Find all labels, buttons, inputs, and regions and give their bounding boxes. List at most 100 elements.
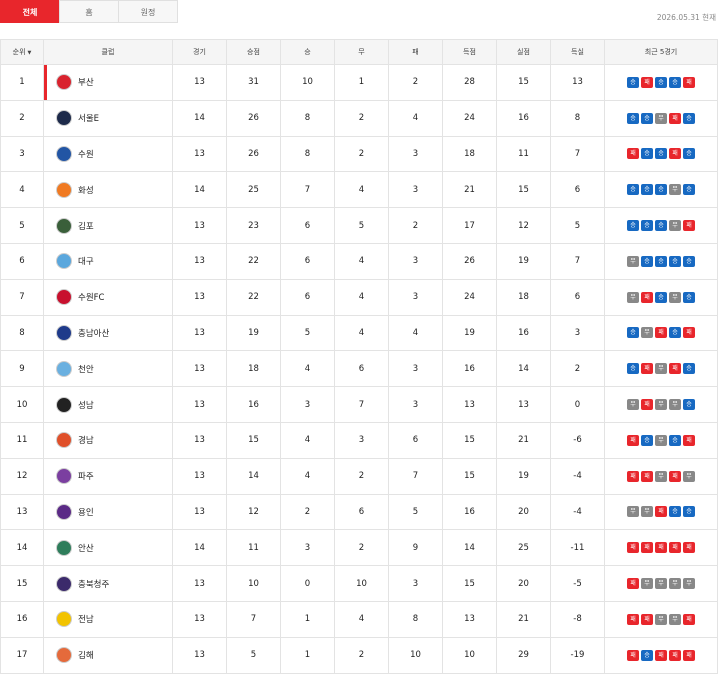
- header-loss: 패: [388, 39, 443, 65]
- form-badges: 패무무무무: [605, 578, 717, 590]
- club-cell[interactable]: 천안: [43, 350, 173, 388]
- club-cell[interactable]: 안산: [43, 529, 173, 567]
- rank-cell: 15: [0, 565, 44, 602]
- club-logo-icon: [56, 396, 72, 413]
- club-cell[interactable]: 서울E: [43, 99, 173, 137]
- draw-badge: 무: [655, 363, 667, 375]
- win-cell: 6: [280, 278, 335, 316]
- loss-cell: 3: [388, 350, 443, 388]
- goals-for-cell: 17: [442, 207, 497, 244]
- club-cell[interactable]: 경남: [43, 421, 173, 459]
- table-row: 2 서울E 14 26 8 2 4 24 16 8 승 승 무 패 승: [0, 99, 718, 137]
- table-row: 14 안산 14 11 3 2 9 14 25 -11 패 패 패 패 패: [0, 529, 718, 567]
- loss-cell: 3: [388, 135, 443, 173]
- table-row: 15 충북청주 13 10 0 10 3 15 20 -5 패 무 무 무 무: [0, 565, 718, 602]
- table-row: 9 천안 13 18 4 6 3 16 14 2 승 패 무 패 승: [0, 350, 718, 388]
- club-cell[interactable]: 수원FC: [43, 278, 173, 316]
- goals-for-cell: 24: [442, 278, 497, 316]
- header-recent-form: 최근 5경기: [604, 39, 718, 65]
- table-row: 7 수원FC 13 22 6 4 3 24 18 6 무 패 승 무 승: [0, 278, 718, 316]
- tab-all[interactable]: 전체: [0, 0, 60, 23]
- club-cell[interactable]: 충북청주: [43, 565, 173, 602]
- club-cell[interactable]: 화성: [43, 171, 173, 209]
- draw-cell: 4: [334, 314, 389, 352]
- loss-badge: 패: [669, 542, 681, 554]
- table-row: 4 화성 14 25 7 4 3 21 15 6 승 승 승 무 승: [0, 171, 718, 209]
- goal-diff-cell: 6: [550, 171, 605, 209]
- draw-cell: 2: [334, 636, 389, 674]
- draw-badge: 무: [669, 399, 681, 411]
- club-cell[interactable]: 김포: [43, 207, 173, 244]
- rank-cell: 3: [0, 135, 44, 173]
- club-name: 파주: [78, 472, 94, 483]
- club-cell[interactable]: 부산: [43, 64, 173, 101]
- win-badge: 승: [683, 148, 695, 160]
- loss-cell: 3: [388, 565, 443, 602]
- header-rank[interactable]: 순위 ▼: [0, 39, 44, 65]
- goals-against-cell: 21: [496, 600, 551, 638]
- club-cell[interactable]: 충남아산: [43, 314, 173, 352]
- loss-badge: 패: [683, 542, 695, 554]
- goal-diff-cell: 3: [550, 314, 605, 352]
- goals-against-cell: 15: [496, 171, 551, 209]
- loss-badge: 패: [683, 220, 695, 232]
- goal-diff-cell: 13: [550, 64, 605, 101]
- club-logo-icon: [56, 110, 72, 127]
- loss-badge: 패: [627, 148, 639, 160]
- win-badge: 승: [641, 255, 653, 267]
- points-cell: 7: [226, 600, 281, 638]
- draw-badge: 무: [655, 112, 667, 124]
- points-cell: 26: [226, 135, 281, 173]
- tab-home[interactable]: 홈: [59, 0, 119, 23]
- club-wrap: 화성: [44, 181, 172, 198]
- draw-badge: 무: [669, 578, 681, 590]
- goal-diff-cell: -8: [550, 600, 605, 638]
- draw-badge: 무: [669, 184, 681, 196]
- goal-diff-cell: 0: [550, 386, 605, 423]
- rank-cell: 11: [0, 421, 44, 459]
- recent-form-cell: 패패무무패: [604, 600, 718, 638]
- goals-against-cell: 18: [496, 278, 551, 316]
- loss-badge: 패: [669, 470, 681, 482]
- draw-cell: 4: [334, 278, 389, 316]
- win-cell: 6: [280, 242, 335, 280]
- played-cell: 13: [172, 135, 227, 173]
- win-badge: 승: [669, 506, 681, 518]
- form-badges: 패패무무패: [605, 613, 717, 625]
- played-cell: 13: [172, 636, 227, 674]
- loss-cell: 3: [388, 386, 443, 423]
- club-cell[interactable]: 김해: [43, 636, 173, 674]
- table-row: 3 수원 13 26 8 2 3 18 11 7 패 승 승 패 승: [0, 135, 718, 173]
- club-cell[interactable]: 파주: [43, 457, 173, 495]
- recent-form-cell: 패승패패패: [604, 636, 718, 674]
- points-cell: 22: [226, 242, 281, 280]
- win-cell: 7: [280, 171, 335, 209]
- loss-badge: 패: [627, 470, 639, 482]
- win-badge: 승: [655, 184, 667, 196]
- goal-diff-cell: 6: [550, 278, 605, 316]
- tab-away[interactable]: 원정: [118, 0, 178, 23]
- loss-badge: 패: [627, 542, 639, 554]
- club-cell[interactable]: 전남: [43, 600, 173, 638]
- goal-diff-cell: -11: [550, 529, 605, 567]
- club-cell[interactable]: 용인: [43, 493, 173, 531]
- table-row: 13 용인 13 12 2 6 5 16 20 -4 무 무 패 승 승: [0, 493, 718, 531]
- form-badges: 승승승무승: [605, 184, 717, 196]
- club-cell[interactable]: 성남: [43, 386, 173, 423]
- goals-against-cell: 20: [496, 493, 551, 531]
- club-cell[interactable]: 대구: [43, 242, 173, 280]
- loss-badge: 패: [655, 327, 667, 339]
- draw-badge: 무: [641, 327, 653, 339]
- club-wrap: 대구: [44, 253, 172, 270]
- recent-form-cell: 승승승무패: [604, 207, 718, 244]
- rank-cell: 17: [0, 636, 44, 674]
- win-badge: 승: [641, 434, 653, 446]
- played-cell: 13: [172, 64, 227, 101]
- win-badge: 승: [641, 112, 653, 124]
- club-cell[interactable]: 수원: [43, 135, 173, 173]
- recent-form-cell: 승패승승패: [604, 64, 718, 101]
- draw-cell: 2: [334, 99, 389, 137]
- win-cell: 1: [280, 636, 335, 674]
- played-cell: 13: [172, 350, 227, 388]
- header-rank-label: 순위: [12, 48, 26, 56]
